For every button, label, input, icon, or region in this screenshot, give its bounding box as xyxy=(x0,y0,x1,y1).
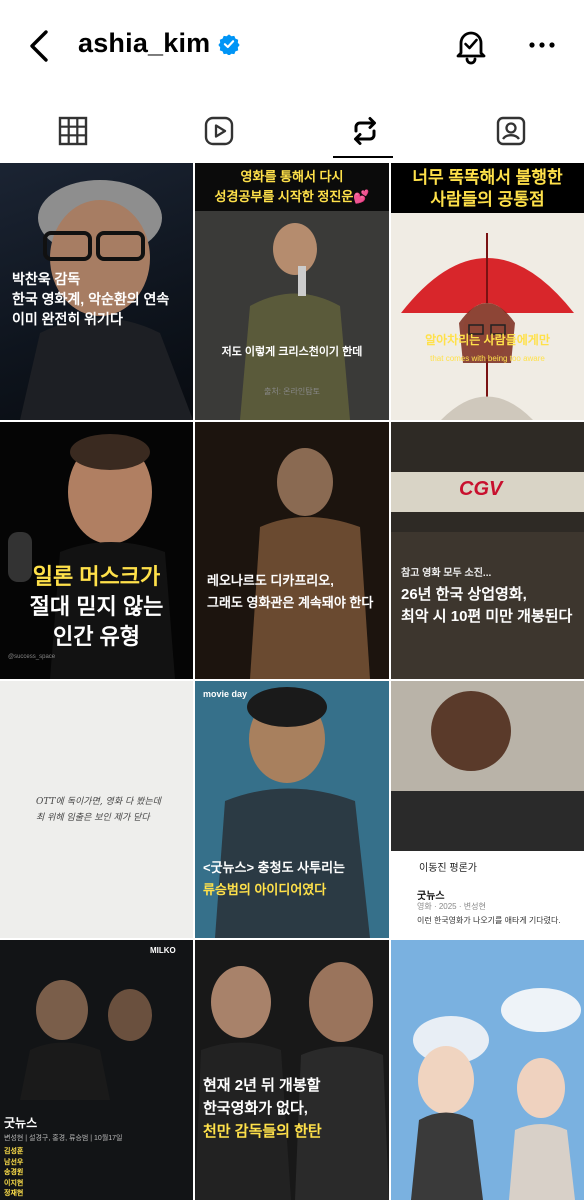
post-tile[interactable]: 일론 머스크가 절대 믿지 않는 인간 유형 @success_space xyxy=(0,422,193,679)
post-tile[interactable]: 레오나르도 디카프리오, 그래도 영화관은 계속돼야 한다 xyxy=(195,422,389,679)
repost-grid: 박찬욱 감독 한국 영화계, 악순환의 연속 이미 완전히 위기다 영화를 통해… xyxy=(0,163,584,1200)
caption-line: 류승범의 아이디어였다 xyxy=(203,882,327,897)
grid-icon xyxy=(58,116,88,146)
post-credit: @success_space xyxy=(8,654,56,660)
critics-list: 김성훈 남선우 송경원 이지현 정재현 xyxy=(4,1147,23,1200)
post-tile[interactable]: OTT에 독이가면, 영화 다 봤는데 최 위헤 임출은 보인 제가 닫다 xyxy=(0,681,193,938)
post-caption: 저도 이렇게 크리스천이기 한데 xyxy=(221,346,363,358)
post-credit: 출처: 온라인탐토 xyxy=(264,387,320,396)
note-line: 최 위헤 임출은 보인 제가 닫다 xyxy=(36,813,150,823)
tab-reels[interactable] xyxy=(146,100,292,162)
tagged-icon xyxy=(496,116,526,146)
back-button[interactable] xyxy=(22,26,62,66)
post-illustration xyxy=(391,213,584,420)
post-caption: 레오나르도 디카프리오, 그래도 영화관은 계속돼야 한다 xyxy=(207,570,373,614)
theater-marquee: CGV xyxy=(459,478,503,500)
post-tile[interactable]: CGV 참고 영화 모두 소진... 26년 한국 상업영화, 최악 시 10편… xyxy=(391,422,584,679)
active-tab-indicator xyxy=(333,156,393,158)
post-headline: 영화를 통해서 다시 성경공부를 시작한 정진운💕 xyxy=(195,167,389,207)
post-tile[interactable]: 현재 2년 뒤 개봉할 한국영화가 없다, 천만 감독들의 한탄 xyxy=(195,940,389,1200)
headline-line: 너무 똑똑해서 불행한 xyxy=(412,168,563,187)
post-headline: 일론 머스크가 절대 믿지 않는 인간 유형 xyxy=(0,562,193,652)
movie-title: 굿뉴스 xyxy=(4,1116,38,1130)
caption-line: 최악 시 10편 미만 개봉된다 xyxy=(401,608,573,625)
post-photo xyxy=(411,988,581,1200)
post-tile[interactable]: 이동진 평론가 굿뉴스 영화 · 2025 · 변성현 이런 한국영화가 나오기… xyxy=(391,681,584,938)
note-line: OTT에 독이가면, 영화 다 봤는데 xyxy=(36,797,161,807)
chevron-left-icon xyxy=(30,30,48,62)
notifications-button[interactable] xyxy=(450,24,492,66)
post-caption: 현재 2년 뒤 개봉할 한국영화가 없다, 천만 감독들의 한탄 xyxy=(203,1074,322,1143)
brand-label: movie day xyxy=(203,689,248,699)
caption-line: 현재 2년 뒤 개봉할 xyxy=(203,1077,321,1094)
post-caption: 박찬욱 감독 한국 영화계, 악순환의 연속 이미 완전히 위기다 xyxy=(12,269,169,329)
critic-name: 이지현 xyxy=(4,1179,24,1187)
caption-line: 26년 한국 상업영화, xyxy=(401,586,527,603)
caption-line: 박찬욱 감독 xyxy=(12,271,81,287)
verified-badge-icon xyxy=(218,33,241,55)
profile-tabs xyxy=(0,100,584,162)
headline-line: 성경공부를 시작한 정진운💕 xyxy=(214,189,370,204)
critic-name: 김성훈 xyxy=(4,1148,24,1155)
tab-reposts[interactable] xyxy=(292,100,438,162)
caption-line: 이미 완전히 위기다 xyxy=(12,311,123,327)
post-headline: 너무 똑똑해서 불행한 사람들의 공통점 xyxy=(391,167,584,211)
post-subtitle: 알아차리는 사람들에게만 xyxy=(425,333,550,347)
critic-name: 정재현 xyxy=(4,1190,24,1197)
headline-line: 영화를 통해서 다시 xyxy=(240,169,344,184)
reels-icon xyxy=(204,116,234,146)
headline-line: 일론 머스크가 xyxy=(32,564,161,589)
headline-line: 사람들의 공통점 xyxy=(430,190,545,209)
movie-meta: 변성현 | 설경구, 홍경, 류승범 | 10월17일 xyxy=(4,1135,123,1142)
more-horizontal-icon xyxy=(529,42,555,48)
review-title: 굿뉴스 xyxy=(417,891,445,902)
reviewer-name: 이동진 평론가 xyxy=(419,863,477,874)
post-photo xyxy=(391,681,584,851)
username-text: ashia_kim xyxy=(78,28,211,58)
handwritten-note: OTT에 독이가면, 영화 다 봤는데 최 위헤 임출은 보인 제가 닫다 xyxy=(36,794,161,826)
tab-posts-grid[interactable] xyxy=(0,100,146,162)
bell-icon xyxy=(456,31,486,65)
post-photo xyxy=(195,962,389,1200)
post-tile[interactable]: MILKO 굿뉴스 변성현 | 설경구, 홍경, 류승범 | 10월17일 김성… xyxy=(0,940,193,1200)
profile-username: ashia_kim xyxy=(78,28,241,59)
caption-line: 한국영화가 없다, xyxy=(203,1100,308,1117)
critic-name: 송경원 xyxy=(4,1169,24,1176)
headline-line: 절대 믿지 않는 xyxy=(29,594,164,619)
post-tile[interactable]: 너무 똑똑해서 불행한 사람들의 공통점 알아차리는 사람들에게만 that c… xyxy=(391,163,584,420)
review-meta: 영화 · 2025 · 변성현 xyxy=(417,902,486,911)
repost-icon xyxy=(354,117,376,145)
post-tile[interactable]: 박찬욱 감독 한국 영화계, 악순환의 연속 이미 완전히 위기다 xyxy=(0,163,193,420)
headline-line: 인간 유형 xyxy=(52,624,141,649)
tab-tagged[interactable] xyxy=(438,100,584,162)
brand-label: MILKO xyxy=(150,946,176,955)
critic-name: 남선우 xyxy=(4,1158,24,1166)
caption-line: <굿뉴스> 충청도 사투리는 xyxy=(203,860,346,875)
caption-line: 한국 영화계, 악순환의 연속 xyxy=(12,291,170,307)
post-tile[interactable]: 영화를 통해서 다시 성경공부를 시작한 정진운💕 저도 이렇게 크리스천이기 … xyxy=(195,163,389,420)
caption-line: 천만 감독들의 한탄 xyxy=(203,1123,322,1140)
profile-header: ashia_kim xyxy=(0,0,584,92)
post-caption: <굿뉴스> 충청도 사투리는 류승범의 아이디어였다 xyxy=(203,857,345,901)
post-photo xyxy=(250,448,370,679)
post-photo xyxy=(391,422,584,679)
post-caption: 26년 한국 상업영화, 최악 시 10편 미만 개봉된다 xyxy=(401,584,572,628)
review-text: 이런 한국영화가 나오기를 애타게 기다렸다. xyxy=(417,916,561,925)
post-tag: 참고 영화 모두 소진... xyxy=(401,568,492,579)
post-photo xyxy=(20,980,152,1100)
post-tile[interactable] xyxy=(391,940,584,1200)
more-options-button[interactable] xyxy=(524,24,564,66)
caption-line: 그래도 영화관은 계속돼야 한다 xyxy=(207,595,374,610)
review-card: 이동진 평론가 굿뉴스 영화 · 2025 · 변성현 이런 한국영화가 나오기… xyxy=(391,853,584,938)
caption-line: 레오나르도 디카프리오, xyxy=(207,573,334,588)
post-subtitle-english: that comes with being too aware xyxy=(430,354,545,363)
post-tile[interactable]: movie day <굿뉴스> 충청도 사투리는 류승범의 아이디어였다 xyxy=(195,681,389,938)
